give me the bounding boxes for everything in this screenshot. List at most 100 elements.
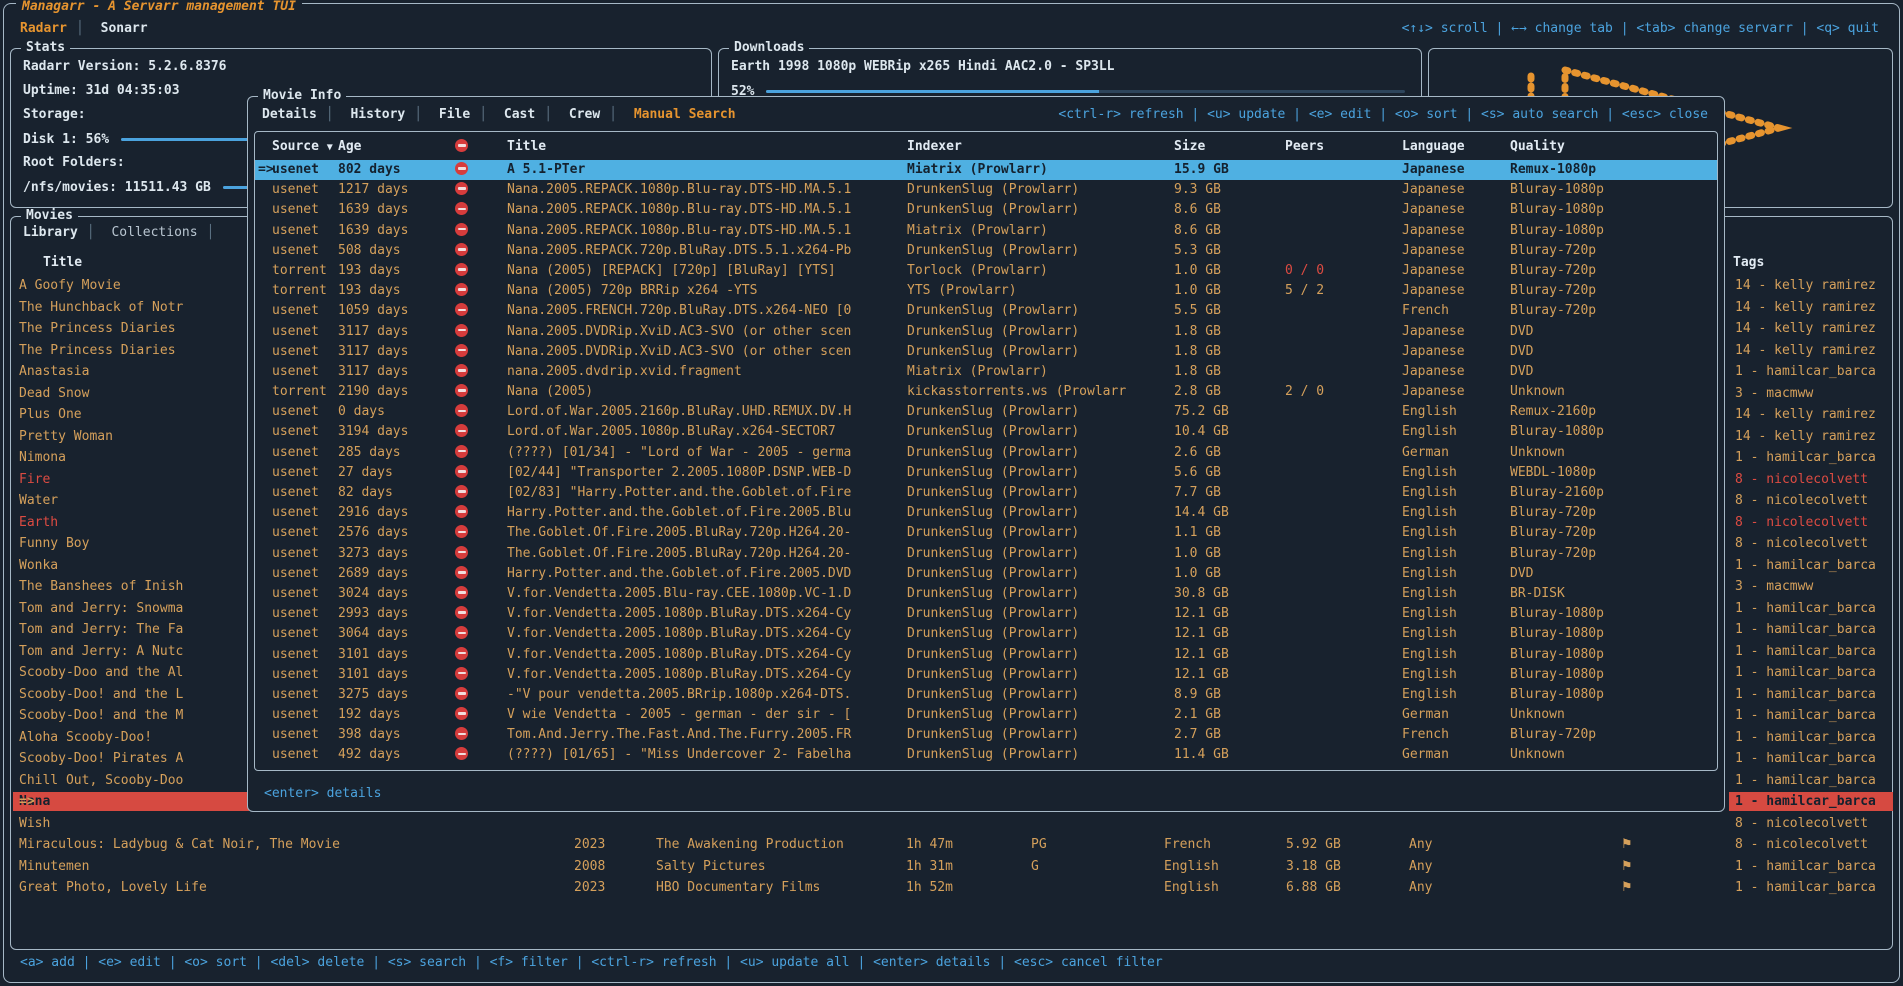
search-result-row[interactable]: usenet 492 days (????) [01/65] - "Miss U… xyxy=(255,745,1717,765)
movie-info-tab[interactable]: Crew xyxy=(569,107,626,122)
source-cell: usenet xyxy=(272,443,319,463)
search-result-row[interactable]: usenet 3101 days V.for.Vendetta.2005.108… xyxy=(255,645,1717,665)
language-cell: German xyxy=(1402,705,1449,725)
search-result-row[interactable]: usenet 2576 days The.Goblet.Of.Fire.2005… xyxy=(255,523,1717,543)
movies-tab[interactable]: Collections xyxy=(111,225,223,240)
movie-row[interactable]: Minutemen 2008 Salty Pictures 1h 31m G E… xyxy=(11,856,1892,878)
column-source[interactable]: Source ▼ xyxy=(272,134,333,161)
release-title-cell: (????) [01/65] - "Miss Undercover 2- Fab… xyxy=(507,745,903,765)
movie-title-cell: =>Nana xyxy=(13,792,249,811)
search-result-row[interactable]: usenet 3064 days V.for.Vendetta.2005.108… xyxy=(255,624,1717,644)
search-result-row[interactable]: torrent 193 days Nana (2005) 720p BRRip … xyxy=(255,281,1717,301)
search-result-row[interactable]: usenet 0 days Lord.of.War.2005.2160p.Blu… xyxy=(255,402,1717,422)
servarr-tab[interactable]: Sonarr xyxy=(101,21,148,36)
column-quality[interactable]: Quality xyxy=(1510,134,1565,160)
blocked-circle-icon xyxy=(455,424,468,437)
search-result-row[interactable]: usenet 285 days (????) [01/34] - "Lord o… xyxy=(255,443,1717,463)
source-cell: usenet xyxy=(272,160,319,180)
search-result-row[interactable]: torrent 2190 days Nana (2005) kickasstor… xyxy=(255,382,1717,402)
search-result-row[interactable]: usenet 3275 days -"V pour vendetta.2005.… xyxy=(255,685,1717,705)
downloads-panel-title: Downloads xyxy=(729,40,809,56)
language-cell: English xyxy=(1402,564,1457,584)
movie-info-tab[interactable]: Details xyxy=(262,107,343,122)
search-result-row[interactable]: usenet 82 days [02/83] "Harry.Potter.and… xyxy=(255,483,1717,503)
indexer-cell: DrunkenSlug (Prowlarr) xyxy=(907,725,1169,745)
search-result-row[interactable]: usenet 1639 days Nana.2005.REPACK.1080p.… xyxy=(255,221,1717,241)
column-language[interactable]: Language xyxy=(1402,134,1465,160)
tags-column-header[interactable]: Tags xyxy=(1733,253,1764,273)
search-result-row[interactable]: usenet 3101 days V.for.Vendetta.2005.108… xyxy=(255,665,1717,685)
servarr-tab[interactable]: Radarr xyxy=(20,21,93,36)
rejected-cell xyxy=(455,645,475,665)
search-result-row[interactable]: usenet 192 days V wie Vendetta - 2005 - … xyxy=(255,705,1717,725)
movie-language-cell: French xyxy=(1164,834,1211,856)
search-result-row[interactable]: usenet 508 days Nana.2005.REPACK.720p.Bl… xyxy=(255,241,1717,261)
movie-title: Wonka xyxy=(19,558,58,573)
language-cell: French xyxy=(1402,301,1449,321)
search-result-row[interactable]: => usenet 802 days A 5.1-PTer Miatrix (P… xyxy=(255,160,1717,180)
search-result-row[interactable]: usenet 2993 days V.for.Vendetta.2005.108… xyxy=(255,604,1717,624)
release-title-cell: [02/44] "Transporter 2.2005.1080P.DSNP.W… xyxy=(507,463,903,483)
age-cell: 1059 days xyxy=(338,301,408,321)
search-result-row[interactable]: usenet 1639 days Nana.2005.REPACK.1080p.… xyxy=(255,200,1717,220)
movie-info-tab[interactable]: File xyxy=(439,107,496,122)
movie-tag-cell: 1 - hamilcar_barca xyxy=(1729,362,1893,381)
size-cell: 12.1 GB xyxy=(1174,624,1229,644)
release-title-cell: V.for.Vendetta.2005.1080p.BluRay.DTS.x26… xyxy=(507,645,903,665)
source-cell: torrent xyxy=(272,261,327,281)
column-size[interactable]: Size xyxy=(1174,134,1205,160)
language-cell: Japanese xyxy=(1402,200,1465,220)
movie-row[interactable]: Miraculous: Ladybug & Cat Noir, The Movi… xyxy=(11,834,1892,856)
movies-tab[interactable]: Library xyxy=(23,225,104,240)
column-peers[interactable]: Peers xyxy=(1285,134,1324,160)
search-result-row[interactable]: usenet 3117 days Nana.2005.DVDRip.XviD.A… xyxy=(255,322,1717,342)
search-result-row[interactable]: usenet 398 days Tom.And.Jerry.The.Fast.A… xyxy=(255,725,1717,745)
search-result-row[interactable]: usenet 1217 days Nana.2005.REPACK.1080p.… xyxy=(255,180,1717,200)
language-cell: French xyxy=(1402,725,1449,745)
rejected-cell xyxy=(455,725,475,745)
indexer-cell: DrunkenSlug (Prowlarr) xyxy=(907,301,1169,321)
movie-row[interactable]: Wish 8 - nicolecolvett xyxy=(11,813,1892,835)
column-rejected-icon[interactable] xyxy=(455,134,475,160)
movie-title-cell: The Princess Diaries xyxy=(13,319,176,338)
movie-tag-cell: 1 - hamilcar_barca xyxy=(1729,642,1893,661)
column-indexer[interactable]: Indexer xyxy=(907,134,1169,160)
release-title-cell: Nana (2005) [REPACK] [720p] [BluRay] [YT… xyxy=(507,261,903,281)
rejected-cell xyxy=(455,402,475,422)
movie-studio-cell: HBO Documentary Films xyxy=(656,877,820,899)
column-title[interactable]: Title xyxy=(507,134,903,160)
movie-rating-cell: PG xyxy=(1031,834,1047,856)
search-result-row[interactable]: usenet 3117 days nana.2005.dvdrip.xvid.f… xyxy=(255,362,1717,382)
search-result-row[interactable]: usenet 1059 days Nana.2005.FRENCH.720p.B… xyxy=(255,301,1717,321)
search-result-row[interactable]: usenet 3273 days The.Goblet.Of.Fire.2005… xyxy=(255,544,1717,564)
column-age[interactable]: Age xyxy=(338,134,361,160)
movie-info-tab[interactable]: Manual Search xyxy=(634,107,736,122)
search-result-row[interactable]: usenet 3117 days Nana.2005.DVDRip.XviD.A… xyxy=(255,342,1717,362)
download-gauge xyxy=(766,90,1405,93)
blocked-circle-icon xyxy=(455,263,468,276)
indexer-cell: DrunkenSlug (Prowlarr) xyxy=(907,564,1169,584)
search-result-row[interactable]: usenet 27 days [02/44] "Transporter 2.20… xyxy=(255,463,1717,483)
size-cell: 14.4 GB xyxy=(1174,503,1229,523)
keybind-hints-top: <↑↓> scroll | ←→ change tab | <tab> chan… xyxy=(1402,19,1879,39)
search-result-row[interactable]: usenet 2689 days Harry.Potter.and.the.Go… xyxy=(255,564,1717,584)
release-title-cell: The.Goblet.Of.Fire.2005.BluRay.720p.H264… xyxy=(507,544,903,564)
blocked-circle-icon xyxy=(455,202,468,215)
search-result-row[interactable]: usenet 3194 days Lord.of.War.2005.1080p.… xyxy=(255,422,1717,442)
size-cell: 1.1 GB xyxy=(1174,523,1221,543)
search-result-row[interactable]: torrent 193 days Nana (2005) [REPACK] [7… xyxy=(255,261,1717,281)
search-result-row[interactable]: usenet 2916 days Harry.Potter.and.the.Go… xyxy=(255,503,1717,523)
release-title-cell: V.for.Vendetta.2005.1080p.BluRay.DTS.x26… xyxy=(507,604,903,624)
movie-info-tab[interactable]: History xyxy=(350,107,431,122)
movie-info-modal: Movie Info Details History File Cast Cre… xyxy=(247,96,1725,812)
movie-tag-cell: 1 - hamilcar_barca xyxy=(1729,706,1893,725)
quality-cell: Bluray-1080p xyxy=(1510,624,1604,644)
movie-info-tab[interactable]: Cast xyxy=(504,107,561,122)
movie-tag-cell: 14 - kelly ramirez xyxy=(1729,427,1893,446)
source-cell: usenet xyxy=(272,362,319,382)
title-column-header[interactable]: Title xyxy=(43,253,82,273)
search-result-row[interactable]: usenet 3024 days V.for.Vendetta.2005.Blu… xyxy=(255,584,1717,604)
rejected-cell xyxy=(455,705,475,725)
movie-row[interactable]: Great Photo, Lovely Life 2023 HBO Docume… xyxy=(11,877,1892,899)
age-cell: 2576 days xyxy=(338,523,408,543)
